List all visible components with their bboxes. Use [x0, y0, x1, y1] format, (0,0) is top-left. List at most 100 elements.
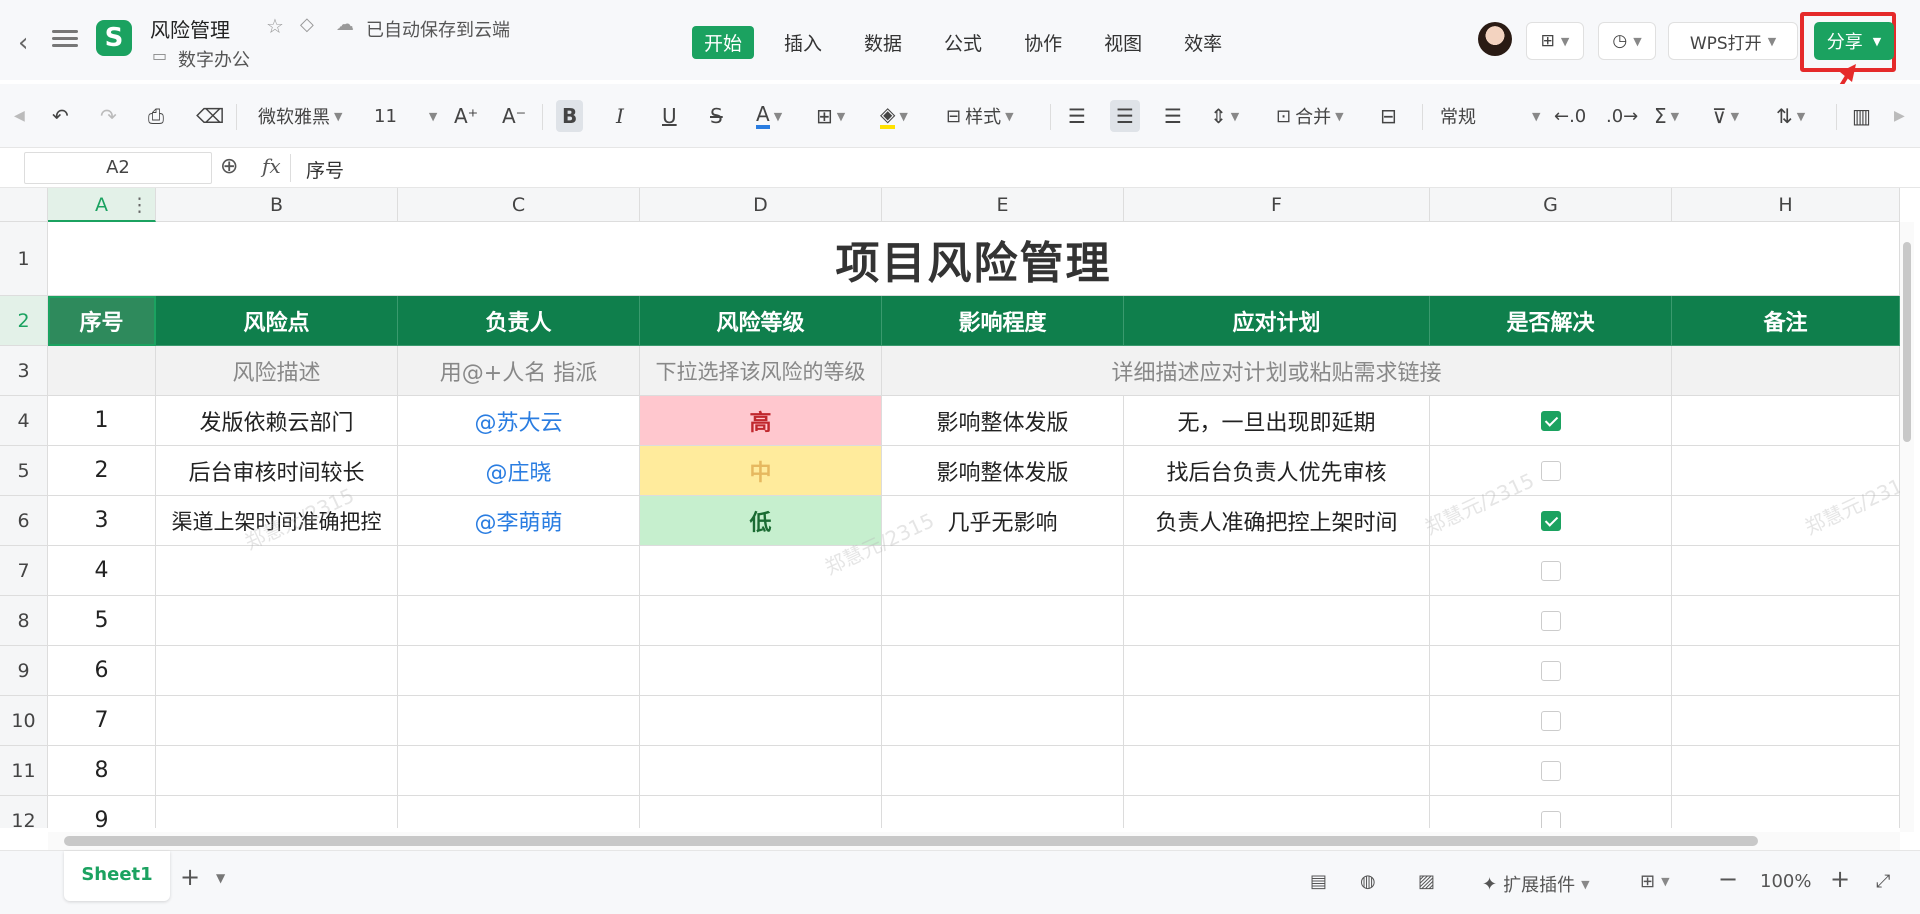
row-header[interactable]: 4: [0, 396, 48, 446]
select-all-corner[interactable]: [0, 188, 48, 222]
empty-column-f[interactable]: [1124, 546, 1430, 828]
apps-grid-button[interactable]: ⊞ ▼: [1526, 22, 1584, 60]
zoom-in-icon[interactable]: +: [1830, 865, 1850, 893]
header-cell-solved[interactable]: 是否解决: [1430, 296, 1672, 346]
cell-risk[interactable]: 渠道上架时间准确把控: [156, 496, 398, 546]
sheet-tab-sheet1[interactable]: Sheet1: [64, 851, 170, 901]
undo-icon[interactable]: ↶: [52, 100, 69, 132]
empty-column-c[interactable]: [398, 546, 640, 828]
hamburger-menu-icon[interactable]: [52, 26, 78, 50]
redo-icon[interactable]: ↷: [100, 100, 117, 132]
desc-cell-risk[interactable]: 风险描述: [156, 346, 398, 396]
align-left-icon[interactable]: ☰: [1068, 100, 1086, 132]
cell-no[interactable]: 4: [48, 546, 156, 596]
cell-impact[interactable]: 几乎无影响: [882, 496, 1124, 546]
cell-level-mid[interactable]: 中: [640, 446, 882, 496]
scroll-thumb[interactable]: [64, 836, 1758, 846]
row-header[interactable]: 11: [0, 746, 48, 796]
extensions-button[interactable]: ✦ 扩展插件 ▼: [1482, 871, 1590, 897]
sheet-title-cell[interactable]: 项目风险管理: [48, 222, 1900, 296]
cell-owner[interactable]: @苏大云: [398, 396, 640, 446]
menu-insert[interactable]: 插入: [772, 26, 834, 59]
table-check-icon[interactable]: ▤: [1310, 871, 1327, 892]
borders-button[interactable]: ⊞ ▼: [816, 100, 845, 132]
wrap-text-icon[interactable]: ⊟: [1380, 100, 1397, 132]
header-cell-plan[interactable]: 应对计划: [1124, 296, 1430, 346]
row-header[interactable]: 1: [0, 222, 48, 296]
checkbox-unchecked[interactable]: [1540, 810, 1561, 828]
fullscreen-icon[interactable]: ⤢: [1876, 871, 1890, 892]
wps-open-button[interactable]: WPS打开 ▼: [1668, 22, 1798, 60]
row-header[interactable]: 10: [0, 696, 48, 746]
empty-column-b[interactable]: [156, 546, 398, 828]
cell-level-high[interactable]: 高: [640, 396, 882, 446]
checkbox-unchecked[interactable]: [1540, 460, 1561, 481]
desc-cell-plan[interactable]: 详细描述应对计划或粘贴需求链接: [882, 346, 1672, 396]
empty-column-e[interactable]: [882, 546, 1124, 828]
merge-cells-button[interactable]: ⊡ 合并 ▼: [1276, 100, 1344, 132]
strikethrough-icon[interactable]: S: [710, 100, 723, 132]
header-cell-impact[interactable]: 影响程度: [882, 296, 1124, 346]
checkbox-checked[interactable]: [1540, 410, 1561, 431]
row-header[interactable]: 7: [0, 546, 48, 596]
cell-level-low[interactable]: 低: [640, 496, 882, 546]
desc-cell[interactable]: [48, 346, 156, 396]
fill-color-button[interactable]: ◈ ▼: [880, 100, 908, 132]
menu-view[interactable]: 视图: [1092, 26, 1154, 59]
scroll-left-icon[interactable]: ◀: [14, 100, 25, 132]
document-title[interactable]: 风险管理: [150, 14, 230, 43]
font-size-select[interactable]: 11 ▼: [374, 100, 437, 132]
underline-icon[interactable]: U: [662, 100, 677, 132]
column-header-d[interactable]: D: [640, 188, 882, 222]
cell-owner[interactable]: @李萌萌: [398, 496, 640, 546]
checkbox-unchecked[interactable]: [1540, 710, 1561, 731]
cell-notes[interactable]: [1672, 446, 1900, 496]
cell-notes[interactable]: [1672, 396, 1900, 446]
cell-risk[interactable]: 发版依赖云部门: [156, 396, 398, 446]
filter-button[interactable]: ⊽ ▼: [1712, 100, 1739, 132]
checkbox-unchecked[interactable]: [1540, 760, 1561, 781]
bold-icon[interactable]: B: [556, 100, 584, 132]
header-cell-no[interactable]: 序号: [48, 296, 156, 346]
column-header-b[interactable]: B: [156, 188, 398, 222]
horizontal-scrollbar[interactable]: [48, 832, 1900, 850]
column-header-a[interactable]: A ⋮: [48, 188, 156, 222]
column-header-e[interactable]: E: [882, 188, 1124, 222]
search-zoom-icon[interactable]: ⊕: [220, 154, 238, 179]
cell-notes[interactable]: [1672, 496, 1900, 546]
checkbox-checked[interactable]: [1540, 510, 1561, 531]
function-fx-icon[interactable]: fx: [262, 154, 281, 178]
decrease-font-icon[interactable]: A⁻: [502, 100, 526, 132]
image-icon[interactable]: ▨: [1418, 871, 1435, 892]
font-color-button[interactable]: A ▼: [756, 100, 782, 132]
cell-no[interactable]: 9: [48, 796, 156, 828]
more-vertical-icon[interactable]: ⋮: [130, 188, 149, 222]
align-center-icon[interactable]: ☰: [1110, 100, 1140, 132]
empty-column-d[interactable]: [640, 546, 882, 828]
cell-impact[interactable]: 影响整体发版: [882, 396, 1124, 446]
history-button[interactable]: ◷ ▼: [1598, 22, 1656, 60]
format-painter-icon[interactable]: ⎙: [148, 100, 164, 132]
cell-plan[interactable]: 负责人准确把控上架时间: [1124, 496, 1430, 546]
desc-cell[interactable]: [1672, 346, 1900, 396]
header-cell-owner[interactable]: 负责人: [398, 296, 640, 346]
cell-no[interactable]: 2: [48, 446, 156, 496]
decrease-decimal-icon[interactable]: .0→: [1606, 100, 1638, 132]
sum-button[interactable]: Σ ▼: [1654, 100, 1679, 132]
sort-button[interactable]: ⇅ ▼: [1776, 100, 1805, 132]
cell-plan[interactable]: 无，一旦出现即延期: [1124, 396, 1430, 446]
checkbox-unchecked[interactable]: [1540, 560, 1561, 581]
vertical-align-button[interactable]: ⇕ ▼: [1210, 100, 1239, 132]
back-arrow-icon[interactable]: ‹: [18, 28, 28, 58]
share-button[interactable]: 分享 ▼: [1814, 22, 1894, 60]
row-header[interactable]: 5: [0, 446, 48, 496]
desc-cell-level[interactable]: 下拉选择该风险的等级: [640, 346, 882, 396]
empty-column-h[interactable]: [1672, 546, 1900, 828]
cell-no[interactable]: 7: [48, 696, 156, 746]
eraser-icon[interactable]: ⌫: [196, 100, 224, 132]
cell-style-button[interactable]: ⊟ 样式 ▼: [946, 100, 1014, 132]
cell-no[interactable]: 8: [48, 746, 156, 796]
cell-plan[interactable]: 找后台负责人优先审核: [1124, 446, 1430, 496]
menu-formula[interactable]: 公式: [932, 26, 994, 59]
cell-owner[interactable]: @庄晓: [398, 446, 640, 496]
